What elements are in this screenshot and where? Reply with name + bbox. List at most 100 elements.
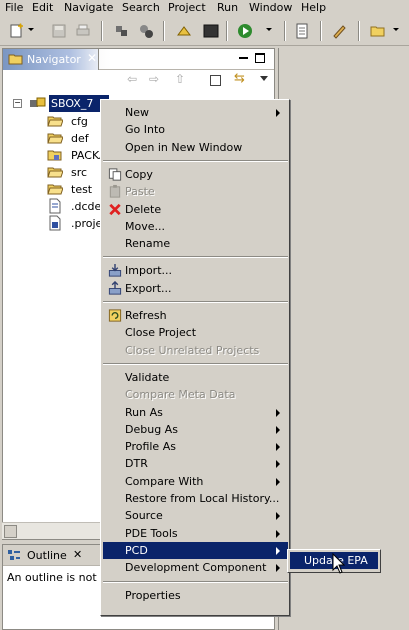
menu-bar: File Edit Navigate Search Project Run Wi… — [0, 0, 409, 16]
menu-item-label: Move... — [125, 219, 165, 233]
navigator-icon — [8, 54, 23, 65]
toolbar-separator — [358, 21, 360, 41]
menu-item-export[interactable]: Export... — [103, 280, 288, 297]
menu-project[interactable]: Project — [168, 1, 206, 15]
mouse-pointer-icon — [332, 553, 346, 574]
menu-item-run-as[interactable]: Run As — [103, 404, 288, 421]
navigator-header: Navigator ✕ — [3, 49, 274, 70]
menu-item-new[interactable]: New — [103, 104, 288, 121]
menu-item-refresh[interactable]: Refresh — [103, 307, 288, 324]
menu-navigate[interactable]: Navigate — [64, 1, 113, 15]
menu-item-copy[interactable]: Copy — [103, 166, 288, 183]
menu-item-go-into[interactable]: Go Into — [103, 121, 288, 138]
import-icon — [108, 264, 122, 277]
collapse-all-icon[interactable] — [210, 75, 221, 86]
submenu-arrow-icon — [276, 425, 280, 434]
open-type-icon[interactable] — [176, 23, 192, 39]
menu-item-properties[interactable]: Properties — [103, 587, 288, 604]
tree-item-label: .proje — [71, 217, 103, 230]
up-icon[interactable]: ⇧ — [175, 72, 185, 86]
menu-item-label: Profile As — [125, 440, 176, 454]
back-icon[interactable]: ⇦ — [127, 72, 137, 86]
menu-item-label: Validate — [125, 370, 170, 384]
menu-item-dtr[interactable]: DTR — [103, 455, 288, 472]
menu-item-rename[interactable]: Rename — [103, 235, 288, 252]
menu-item-label: Go Into — [125, 123, 166, 137]
menu-item-label: Rename — [125, 237, 171, 251]
toolbar-separator — [284, 21, 286, 41]
run-icon[interactable] — [237, 23, 253, 39]
menu-item-development-component[interactable]: Development Component — [103, 559, 288, 576]
menu-help[interactable]: Help — [301, 1, 326, 15]
menu-run[interactable]: Run — [217, 1, 238, 15]
menu-separator — [103, 580, 288, 583]
run-dropdown-icon[interactable] — [266, 28, 272, 31]
menu-item-label: PCD — [125, 543, 148, 557]
link-with-editor-icon[interactable]: ⇆ — [234, 71, 245, 86]
forward-icon[interactable]: ⇨ — [149, 72, 159, 86]
menu-item-label: Compare With — [125, 474, 204, 488]
console-icon[interactable] — [203, 23, 219, 39]
menu-item-pde-tools[interactable]: PDE Tools — [103, 525, 288, 542]
menu-item-validate[interactable]: Validate — [103, 369, 288, 386]
submenu-arrow-icon — [276, 477, 280, 486]
menu-item-debug-as[interactable]: Debug As — [103, 421, 288, 438]
pen-icon[interactable] — [331, 23, 347, 39]
refresh-icon — [108, 309, 122, 322]
toolbar-separator — [320, 21, 322, 41]
task-list-icon[interactable] — [294, 23, 310, 39]
menu-item-delete[interactable]: Delete — [103, 201, 288, 218]
minimize-icon[interactable] — [239, 57, 248, 59]
tree-item-label: test — [71, 183, 93, 196]
menu-item-open-in-new-window[interactable]: Open in New Window — [103, 139, 288, 156]
tree-item-label: src — [71, 166, 88, 179]
menu-item-label: Debug As — [125, 422, 178, 436]
menu-window[interactable]: Window — [249, 1, 292, 15]
new-dropdown-icon[interactable] — [28, 28, 34, 31]
main-toolbar — [0, 17, 409, 46]
menu-search[interactable]: Search — [122, 1, 160, 15]
menu-item-label: Export... — [125, 281, 172, 295]
copy-icon — [108, 168, 122, 181]
menu-item-compare-with[interactable]: Compare With — [103, 473, 288, 490]
folder-icon — [47, 133, 63, 144]
deploy-icon[interactable] — [138, 23, 154, 39]
menu-item-restore-from-local-history[interactable]: Restore from Local History... — [103, 490, 288, 507]
toolbar-separator — [101, 21, 103, 41]
project-file-icon — [49, 215, 61, 231]
menu-item-label: Source — [125, 509, 163, 523]
menu-item-close-project[interactable]: Close Project — [103, 324, 288, 341]
maximize-icon[interactable] — [255, 53, 265, 63]
close-icon[interactable]: ✕ — [73, 548, 82, 561]
menu-item-label: New — [125, 106, 149, 119]
build-icon[interactable] — [114, 23, 130, 39]
save-icon[interactable] — [51, 23, 67, 39]
scroll-left-icon[interactable] — [4, 525, 17, 538]
new-icon[interactable] — [9, 23, 25, 39]
menu-item-compare-meta-data: Compare Meta Data — [103, 386, 288, 403]
paste-icon — [109, 185, 121, 198]
toolbar-separator — [226, 21, 228, 41]
tree-collapse-toggle[interactable]: − — [13, 99, 22, 108]
horizontal-scrollbar[interactable] — [2, 522, 101, 539]
menu-item-move[interactable]: Move... — [103, 218, 288, 235]
open-folder-icon[interactable] — [370, 23, 386, 39]
menu-item-label: Run As — [125, 405, 163, 419]
menu-file[interactable]: File — [5, 1, 23, 15]
navigator-tab[interactable]: Navigator ✕ — [3, 49, 99, 70]
close-icon[interactable]: ✕ — [87, 51, 97, 65]
outline-title[interactable]: Outline — [27, 549, 67, 562]
tree-item-label: def — [71, 132, 89, 145]
menu-item-profile-as[interactable]: Profile As — [103, 438, 288, 455]
menu-item-source[interactable]: Source — [103, 507, 288, 524]
submenu-arrow-icon — [276, 529, 280, 538]
folder-dropdown-icon[interactable] — [393, 28, 399, 31]
menu-edit[interactable]: Edit — [32, 1, 53, 15]
package-folder-icon — [47, 150, 62, 161]
submenu-arrow-icon — [276, 443, 280, 452]
menu-item-pcd[interactable]: PCD — [103, 541, 288, 559]
view-menu-icon[interactable] — [260, 76, 268, 81]
print-icon[interactable] — [75, 23, 91, 39]
menu-item-import[interactable]: Import... — [103, 262, 288, 279]
menu-item-close-unrelated-projects: Close Unrelated Projects — [103, 342, 288, 359]
